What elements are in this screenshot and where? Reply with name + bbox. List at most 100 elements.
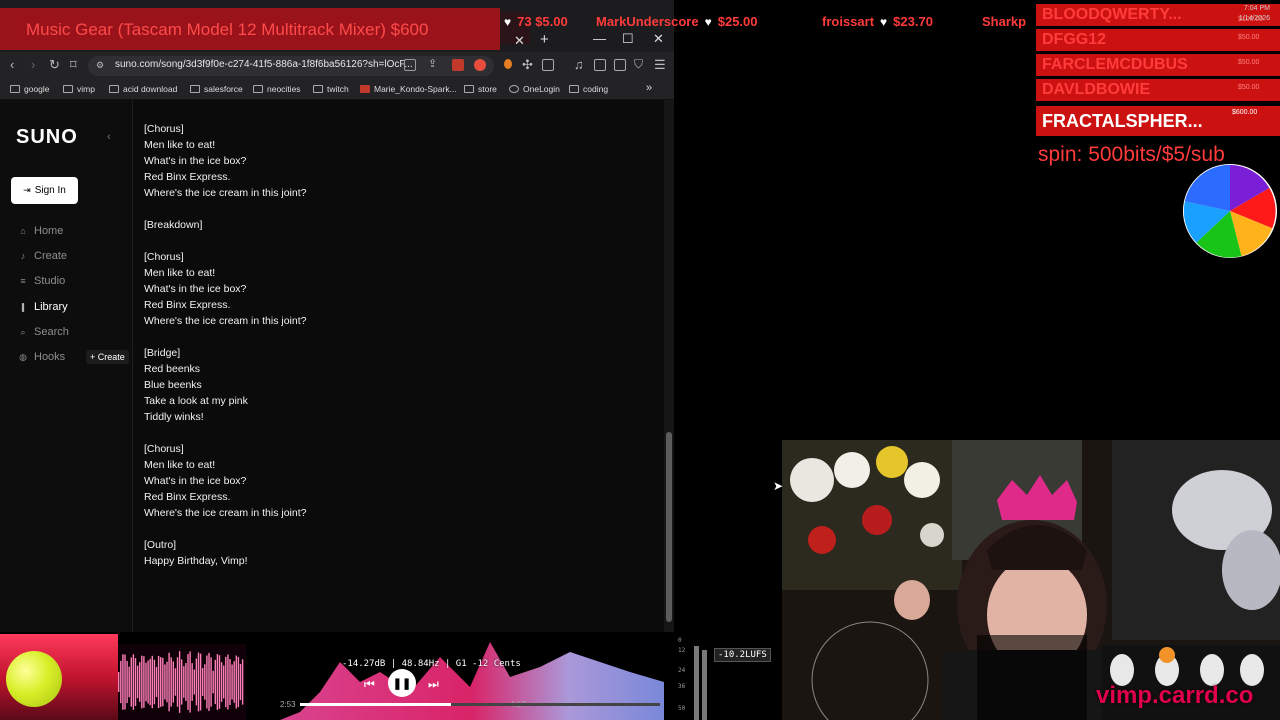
waveform-bars xyxy=(118,644,246,720)
sub-amount: $50.00 xyxy=(1238,59,1260,66)
level-meter: 0 12 24 36 50 xyxy=(676,636,716,720)
screen: ✕ + — ☐ ✕ ‹ › ↻ ⌑ ⚙ suno.com/song/3d3f9f… xyxy=(0,0,1280,720)
webcam-feed xyxy=(782,440,1280,720)
bookmark-salesforce[interactable]: salesforce xyxy=(190,84,243,94)
lyric-line: Where's the ice cream in this joint? xyxy=(144,187,307,199)
page-scrollbar-thumb[interactable] xyxy=(666,432,672,622)
waveform-bar xyxy=(141,655,143,709)
sign-in-icon: ⇥ xyxy=(23,185,31,195)
loudness-readout: -10.2LUFS xyxy=(714,648,771,662)
back-icon[interactable]: ‹ xyxy=(10,57,14,72)
tab-close-icon[interactable]: ✕ xyxy=(514,33,525,49)
waveform-bar xyxy=(136,665,139,699)
elapsed-time: 2:53 xyxy=(280,700,296,709)
waveform-bar xyxy=(124,654,126,710)
bookmark-store[interactable]: store xyxy=(464,84,497,94)
next-icon[interactable]: ⏭ xyxy=(428,677,439,692)
bookmark-acid-download[interactable]: acid download xyxy=(109,84,177,94)
lyric-line: [Outro] xyxy=(144,539,177,551)
waveform-bar xyxy=(145,662,147,702)
waveform-bar xyxy=(218,655,221,709)
bookmark-twitch[interactable]: twitch xyxy=(313,84,349,94)
library-icon: ∥ xyxy=(20,301,26,312)
wallet-icon[interactable] xyxy=(614,59,626,71)
menu-icon[interactable]: ☰ xyxy=(654,57,666,73)
lyric-line: Red beenks xyxy=(144,363,201,375)
site-info-icon[interactable]: ⚙ xyxy=(96,60,104,71)
donation-ticker: MarkUnderscore ♥ $25.00 xyxy=(596,14,758,29)
bookmark-icon[interactable]: ⌑ xyxy=(70,57,77,73)
lyric-line: Red Binx Express. xyxy=(144,491,231,503)
bookmark-neocities[interactable]: neocities xyxy=(253,84,301,94)
waveform-bar xyxy=(197,652,200,712)
bookmark-coding[interactable]: coding xyxy=(569,84,608,94)
lyric-line: Red Binx Express. xyxy=(144,299,231,311)
new-tab-icon[interactable]: + xyxy=(540,31,549,48)
sign-in-button[interactable]: ⇥ Sign In xyxy=(11,177,78,204)
collapse-sidebar-icon[interactable]: ‹ xyxy=(107,131,111,143)
folder-icon xyxy=(190,85,200,93)
waveform-bar xyxy=(233,661,235,703)
donation-ticker: ♥ 73 $5.00 xyxy=(504,14,568,29)
waveform-bar xyxy=(181,659,183,705)
bookmarks-more-icon[interactable]: » xyxy=(646,82,652,94)
bookmark-onelogin[interactable]: OneLogin xyxy=(509,84,560,94)
nav-studio[interactable]: ≡ Studio xyxy=(18,275,65,287)
lyric-line: Where's the ice cream in this joint? xyxy=(144,507,307,519)
nav-library[interactable]: ∥ Library xyxy=(18,301,68,313)
close-window-icon[interactable]: ✕ xyxy=(653,31,664,47)
nav-search[interactable]: ⌕ Search xyxy=(18,326,68,338)
bookmark-vimp[interactable]: vimp xyxy=(63,84,95,94)
heart-icon: ♥ xyxy=(504,15,512,29)
bookmark-google[interactable]: google xyxy=(10,84,50,94)
waveform-bar xyxy=(164,664,166,700)
maximize-icon[interactable]: ☐ xyxy=(622,31,634,47)
waveform-bar xyxy=(212,670,214,694)
nav-hooks[interactable]: ◍ Hooks xyxy=(18,351,65,363)
hooks-create-button[interactable]: + Create xyxy=(86,350,129,364)
nav-home[interactable]: ⌂ Home xyxy=(18,225,63,237)
url-text[interactable]: suno.com/song/3d3f9f0e-c274-41f5-886a-1f… xyxy=(115,59,413,70)
previous-icon[interactable]: ⏮ xyxy=(364,677,375,692)
svg-text:0: 0 xyxy=(678,637,682,644)
lyric-line: [Breakdown] xyxy=(144,219,203,231)
svg-text:12: 12 xyxy=(678,647,686,654)
brave-shield-icon[interactable] xyxy=(452,59,464,71)
music-note-icon: ♪ xyxy=(20,251,26,261)
music-icon[interactable]: ♫ xyxy=(574,57,584,72)
sub-name: DFGG12 xyxy=(1042,31,1107,48)
sliders-icon: ≡ xyxy=(20,276,26,286)
sub-name: FARCLEMCDUBUS xyxy=(1042,56,1188,73)
waveform-bar xyxy=(191,663,193,701)
waveform-bar xyxy=(130,657,132,707)
lyric-line: [Chorus] xyxy=(144,251,184,263)
extension-icon[interactable] xyxy=(504,59,512,69)
reload-icon[interactable]: ↻ xyxy=(49,57,60,73)
svg-text:24: 24 xyxy=(678,667,686,674)
heart-icon: ♥ xyxy=(880,15,888,29)
audio-ball xyxy=(6,651,62,707)
waveform-bar xyxy=(157,655,160,709)
extensions-puzzle-icon[interactable]: ✣ xyxy=(522,57,533,73)
lyric-line: Blue beenks xyxy=(144,379,202,391)
folder-icon xyxy=(109,85,119,93)
waveform-bar xyxy=(168,652,170,712)
brave-rewards-icon[interactable] xyxy=(474,59,486,71)
waveform-bar xyxy=(216,654,219,710)
waveform-bar xyxy=(170,657,172,707)
screen-share-icon[interactable] xyxy=(404,59,416,71)
pdf-icon xyxy=(360,85,370,93)
share-icon[interactable]: ⇪ xyxy=(428,57,437,70)
bookmark-marie-kondo[interactable]: Marie_Kondo-Spark... xyxy=(360,84,457,94)
extension-box-icon[interactable] xyxy=(542,59,554,71)
minimize-icon[interactable]: — xyxy=(593,31,606,46)
pause-button[interactable]: ❚❚ xyxy=(388,669,416,697)
nav-create[interactable]: ♪ Create xyxy=(18,250,67,262)
vpn-icon[interactable]: ⛉ xyxy=(634,57,643,72)
suno-logo[interactable]: SUNO xyxy=(16,126,78,149)
forward-icon[interactable]: › xyxy=(31,57,35,72)
playback-progress[interactable] xyxy=(300,703,660,706)
waveform-bar xyxy=(239,663,242,701)
sidebar-toggle-icon[interactable] xyxy=(594,59,606,71)
playback-progress-fill xyxy=(300,703,452,706)
